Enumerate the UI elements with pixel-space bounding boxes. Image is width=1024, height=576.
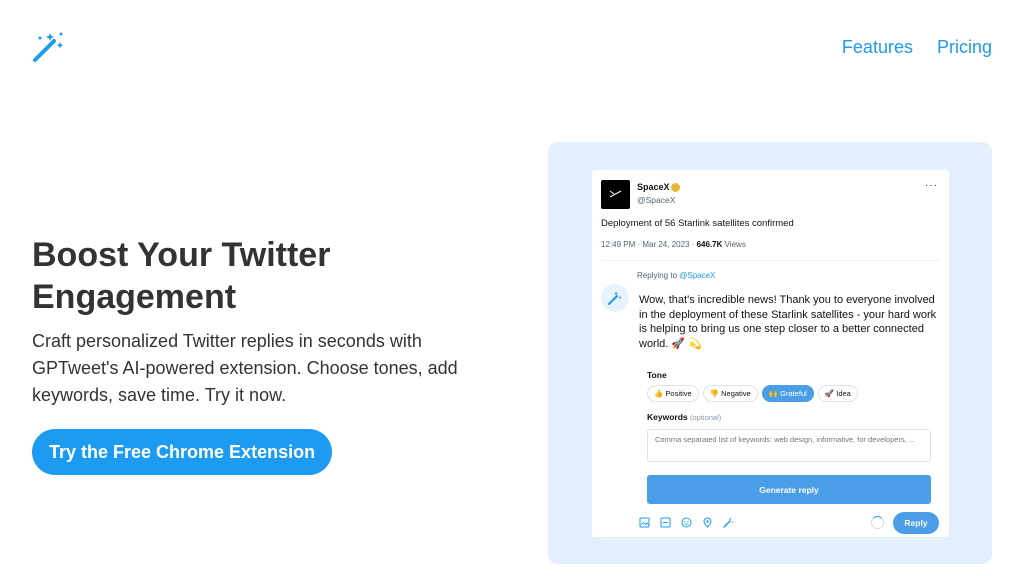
tweet-meta: 12:49 PM · Mar 24, 2023 · 646.7K Views bbox=[601, 240, 746, 249]
tone-grateful[interactable]: 🙌 Grateful bbox=[761, 385, 814, 402]
divider bbox=[601, 260, 940, 261]
hero-title: Boost Your Twitter Engagement bbox=[32, 236, 331, 316]
location-icon[interactable] bbox=[702, 517, 713, 528]
nav-features[interactable]: Features bbox=[842, 37, 913, 58]
compose-toolbar bbox=[639, 517, 734, 528]
image-icon[interactable] bbox=[639, 517, 650, 528]
keywords-optional: (optional) bbox=[690, 413, 722, 422]
replying-to: Replying to @SpaceX bbox=[637, 271, 715, 280]
reply-button[interactable]: Reply bbox=[893, 512, 939, 534]
tweet-views-count: 646.7K bbox=[696, 240, 723, 249]
generate-reply-button[interactable]: Generate reply bbox=[647, 475, 931, 504]
try-extension-button[interactable]: Try the Free Chrome Extension bbox=[32, 429, 333, 475]
verified-badge-icon bbox=[671, 183, 680, 192]
nav-pricing[interactable]: Pricing bbox=[937, 37, 992, 58]
product-preview: SpaceX @SpaceX ··· Deployment of 56 Star… bbox=[548, 142, 992, 564]
emoji-icon[interactable] bbox=[681, 517, 692, 528]
tweet-card: SpaceX @SpaceX ··· Deployment of 56 Star… bbox=[592, 170, 949, 537]
tweet-views-label: Views bbox=[722, 240, 746, 249]
tone-positive[interactable]: 👍 Positive bbox=[647, 385, 699, 402]
tweet-time: 12:49 PM · Mar 24, 2023 · bbox=[601, 240, 697, 249]
replying-prefix: Replying to bbox=[637, 271, 680, 280]
tweet-author-name: SpaceX bbox=[637, 182, 670, 192]
magic-wand-icon[interactable] bbox=[32, 30, 66, 64]
more-options-icon[interactable]: ··· bbox=[925, 180, 938, 191]
keywords-input[interactable] bbox=[647, 429, 931, 462]
loading-spinner-icon bbox=[871, 516, 884, 529]
tone-options: 👍 Positive 👎 Negative 🙌 Grateful 🚀 Idea bbox=[647, 385, 858, 402]
tone-negative[interactable]: 👎 Negative bbox=[702, 385, 758, 402]
keywords-label-text: Keywords bbox=[647, 412, 688, 422]
replying-handle[interactable]: @SpaceX bbox=[679, 271, 715, 280]
tweet-text: Deployment of 56 Starlink satellites con… bbox=[601, 218, 794, 229]
generated-reply-text: Wow, that's incredible news! Thank you t… bbox=[639, 294, 937, 350]
keywords-label: Keywords (optional) bbox=[647, 412, 721, 422]
tweet-author-handle: @SpaceX bbox=[637, 195, 676, 205]
main-nav: Features Pricing bbox=[842, 37, 992, 58]
spacex-avatar bbox=[601, 180, 630, 209]
tone-label: Tone bbox=[647, 370, 667, 380]
magic-wand-icon[interactable] bbox=[723, 517, 734, 528]
gif-icon[interactable] bbox=[660, 517, 671, 528]
gptweet-avatar-icon bbox=[601, 284, 629, 312]
tone-idea[interactable]: 🚀 Idea bbox=[817, 385, 858, 402]
hero-subtitle: Craft personalized Twitter replies in se… bbox=[32, 331, 458, 405]
